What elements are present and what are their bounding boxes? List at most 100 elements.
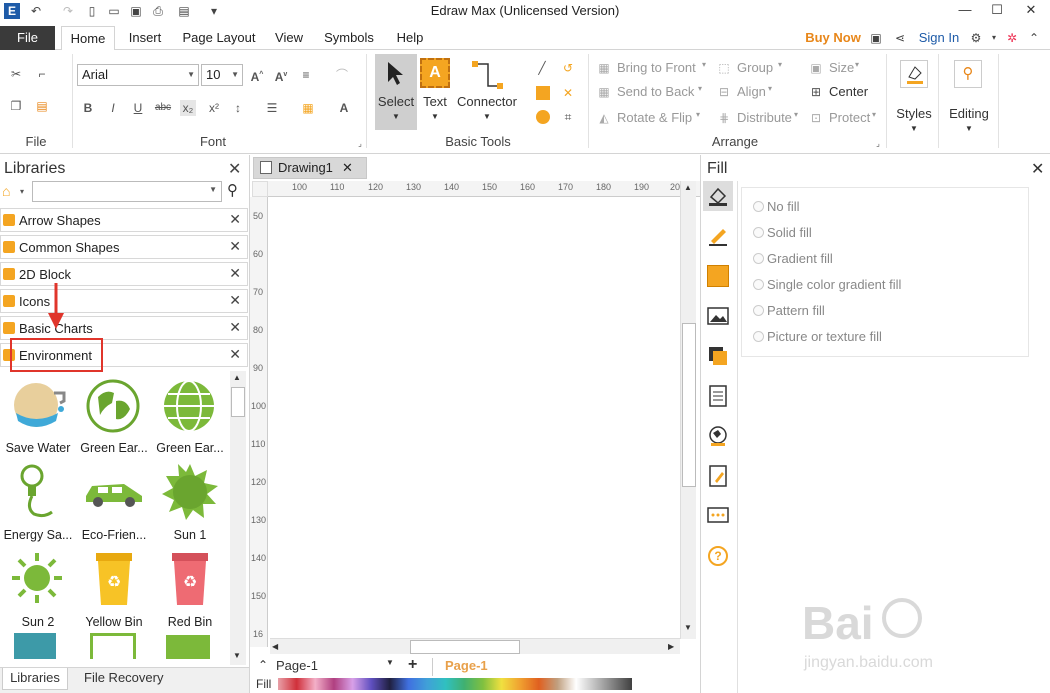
scrollbar-thumb[interactable] — [682, 323, 696, 487]
library-icons[interactable]: Icons ✕ — [0, 289, 248, 313]
scroll-down-icon[interactable]: ▼ — [233, 651, 241, 660]
shape-red-bin[interactable]: ♻ Red Bin — [152, 547, 228, 633]
copy-icon[interactable]: ❐ — [8, 98, 24, 114]
help-icon[interactable]: ? — [707, 545, 729, 567]
shape-energy-saving[interactable]: Energy Sa... — [0, 460, 76, 546]
arc-tool-icon[interactable]: ↺ — [560, 60, 576, 76]
library-basic-charts[interactable]: Basic Charts ✕ — [0, 316, 248, 340]
line-style-icon[interactable] — [707, 225, 729, 247]
text-tool-icon[interactable]: A — [420, 58, 450, 88]
tab-home[interactable]: Home — [61, 26, 115, 51]
shape-green-earth-1[interactable]: Green Ear... — [76, 373, 152, 459]
align-text-icon[interactable]: ≡ — [298, 67, 314, 83]
styles-label[interactable]: Styles — [890, 106, 938, 121]
close-icon[interactable]: ✕ — [229, 292, 241, 309]
maximize-icon[interactable]: ☐ — [982, 0, 1012, 22]
color-swatches[interactable] — [278, 678, 632, 690]
shadow-icon[interactable] — [707, 265, 729, 287]
underline-icon[interactable]: U — [130, 100, 146, 116]
close-icon[interactable]: ✕ — [1016, 0, 1046, 22]
rotate-flip-button[interactable]: Rotate & Flip — [617, 110, 692, 125]
library-2d-block[interactable]: 2D Block ✕ — [0, 262, 248, 286]
close-icon[interactable]: ✕ — [342, 158, 353, 178]
globe-icon[interactable] — [707, 425, 729, 447]
tab-libraries[interactable]: Libraries — [2, 668, 68, 690]
chevron-down-icon[interactable]: ▾ — [20, 187, 24, 196]
tab-symbols[interactable]: Symbols — [318, 26, 380, 50]
sign-in-link[interactable]: Sign In — [914, 26, 964, 50]
canvas-vertical-scrollbar[interactable]: ▲ ▼ — [680, 181, 696, 639]
format-painter-icon[interactable]: ⌐ — [34, 66, 50, 82]
library-scrollbar[interactable]: ▲ ▼ — [230, 371, 246, 665]
strikethrough-icon[interactable]: abc — [153, 100, 173, 116]
shape-eco-friendly[interactable]: Eco-Frien... — [76, 460, 152, 546]
library-common-shapes[interactable]: Common Shapes ✕ — [0, 235, 248, 259]
canvas-horizontal-scrollbar[interactable]: ◀ ▶ — [270, 638, 680, 654]
tab-help[interactable]: Help — [388, 26, 432, 50]
share-icon[interactable]: ⋖ — [892, 30, 908, 46]
shape-green-earth-2[interactable]: Green Ear... — [152, 373, 228, 459]
line-tool-icon[interactable]: ╱ — [534, 60, 550, 76]
grow-font-icon[interactable]: A^ — [249, 67, 265, 84]
send-to-back-button[interactable]: Send to Back — [617, 84, 694, 99]
scroll-up-icon[interactable]: ▲ — [233, 373, 241, 382]
page-tab[interactable]: Page-1 — [432, 658, 512, 676]
close-icon[interactable]: ✕ — [229, 265, 241, 282]
italic-icon[interactable]: I — [105, 100, 121, 116]
note-icon[interactable] — [707, 465, 729, 487]
scroll-left-icon[interactable]: ◀ — [272, 642, 278, 651]
shape-sun-2[interactable]: Sun 2 — [0, 547, 76, 633]
tab-file-recovery[interactable]: File Recovery — [84, 670, 163, 685]
tab-view[interactable]: View — [268, 26, 310, 50]
register-icon[interactable]: ▣ — [868, 30, 884, 46]
paste-icon[interactable]: ▤ — [34, 98, 50, 114]
layer-icon[interactable] — [707, 345, 729, 367]
scroll-up-icon[interactable]: ▲ — [684, 183, 692, 192]
minimize-icon[interactable]: — — [950, 0, 980, 22]
select-tool-button[interactable]: Select ▼ — [375, 54, 417, 130]
tab-file[interactable]: File — [0, 26, 55, 50]
connector-label[interactable]: Connector — [454, 94, 520, 109]
close-fill-panel-icon[interactable]: ✕ — [1031, 159, 1044, 179]
close-libraries-icon[interactable]: ✕ — [228, 159, 241, 179]
theme-icon[interactable]: ✲ — [1004, 30, 1020, 46]
gear-icon[interactable]: ⚙ — [968, 30, 984, 46]
fill-bucket-icon[interactable] — [707, 185, 729, 207]
close-icon[interactable]: ✕ — [229, 211, 241, 228]
highlight-icon[interactable]: ▦ — [300, 100, 316, 116]
buy-now-link[interactable]: Buy Now — [800, 26, 866, 50]
gear-dropdown-icon[interactable]: ▾ — [986, 30, 1002, 46]
magnifier-icon[interactable]: ⚲ — [954, 60, 982, 88]
center-button[interactable]: Center — [829, 84, 868, 99]
protect-button[interactable]: Protect — [829, 110, 870, 125]
superscript-icon[interactable]: x² — [206, 100, 222, 116]
group-button[interactable]: Group — [737, 60, 773, 75]
arrange-dialog-launcher-icon[interactable]: ⌟ — [870, 136, 886, 152]
shrink-font-icon[interactable]: Av — [273, 67, 289, 84]
scroll-right-icon[interactable]: ▶ — [668, 642, 674, 651]
rectangle-tool-icon[interactable] — [536, 86, 550, 100]
search-icon[interactable]: ⚲ — [227, 181, 238, 199]
home-icon[interactable]: ⌂ — [2, 183, 18, 199]
shape-save-water[interactable]: Save Water — [0, 373, 76, 459]
shape-sun-1[interactable]: Sun 1 — [152, 460, 228, 546]
scrollbar-thumb[interactable] — [231, 387, 245, 417]
ellipse-tool-icon[interactable] — [536, 110, 550, 124]
tab-page-layout[interactable]: Page Layout — [178, 26, 260, 50]
add-page-icon[interactable]: + — [408, 656, 417, 674]
page-select[interactable]: Page-1 ▼ — [276, 658, 396, 674]
tab-insert[interactable]: Insert — [120, 26, 170, 50]
cut-icon[interactable]: ✂ — [8, 66, 24, 82]
chevron-up-icon[interactable]: ⌃ — [258, 658, 268, 672]
font-size-select[interactable]: 10 ▼ — [201, 64, 243, 86]
connector-tool-icon[interactable] — [470, 58, 504, 92]
subscript-icon[interactable]: x₂ — [180, 100, 196, 116]
styles-icon[interactable] — [900, 60, 928, 88]
crop-tool-icon[interactable]: ⌗ — [560, 109, 576, 125]
comment-icon[interactable] — [707, 505, 729, 527]
line-spacing-icon[interactable]: ↕ — [230, 100, 246, 116]
font-color-icon[interactable]: A — [336, 100, 352, 116]
distribute-button[interactable]: Distribute — [737, 110, 792, 125]
size-button[interactable]: Size — [829, 60, 854, 75]
close-icon[interactable]: ✕ — [229, 238, 241, 255]
